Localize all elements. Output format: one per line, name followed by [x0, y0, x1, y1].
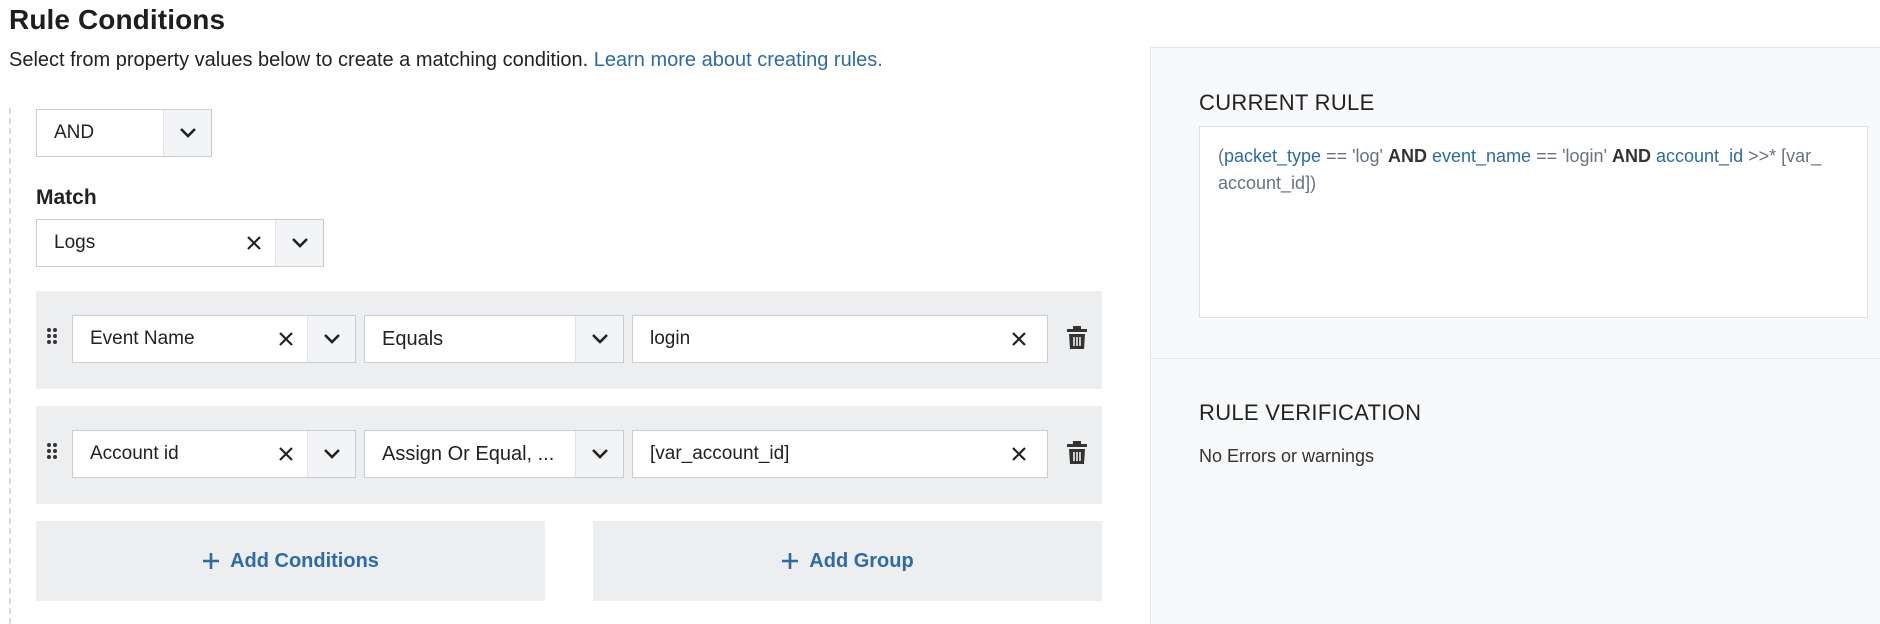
rule-field-account-id: account_id [1651, 146, 1744, 166]
rule-and-operator: AND [1612, 146, 1652, 166]
add-group-button[interactable]: Add Group [593, 521, 1102, 601]
subtitle-text: Select from property values below to cre… [9, 49, 589, 71]
trash-icon[interactable] [1066, 326, 1090, 352]
chevron-down-icon[interactable] [163, 110, 211, 156]
drag-handle-icon[interactable] [46, 327, 58, 350]
panel-divider [1151, 358, 1880, 359]
add-group-label: Add Group [809, 549, 914, 572]
condition-field-value: Account id [90, 443, 179, 464]
rule-comparison: >>* [var_ [1743, 146, 1822, 166]
add-conditions-button[interactable]: Add Conditions [36, 521, 545, 601]
clear-icon[interactable] [265, 316, 307, 362]
rule-and-operator: AND [1388, 146, 1427, 166]
group-guide-line [9, 108, 11, 624]
clear-icon[interactable] [233, 220, 275, 266]
condition-row: Account id Assign Or Equal, ... [var_acc… [36, 406, 1102, 504]
condition-operator-value: Assign Or Equal, ... [382, 442, 555, 465]
learn-more-link[interactable]: Learn more about creating rules. [594, 49, 883, 71]
condition-operator-select[interactable]: Equals [364, 315, 624, 363]
match-label: Match [36, 186, 97, 209]
condition-field-select[interactable]: Account id [72, 430, 356, 478]
rule-verification-message: No Errors or warnings [1199, 446, 1375, 466]
trash-icon[interactable] [1066, 441, 1090, 467]
chevron-down-icon[interactable] [575, 316, 623, 362]
match-select[interactable]: Logs [36, 219, 324, 267]
condition-value-text[interactable]: [var_account_id] [633, 431, 991, 477]
current-rule-heading: CURRENT RULE [1199, 90, 1375, 115]
plus-icon [781, 552, 799, 570]
clear-icon[interactable] [265, 431, 307, 477]
rule-field-event-name: event_name [1427, 146, 1532, 166]
drag-handle-icon[interactable] [46, 442, 58, 465]
clear-icon[interactable] [991, 431, 1047, 477]
current-rule-expression: (packet_type == 'log' AND event_name == … [1199, 126, 1868, 318]
chevron-down-icon[interactable] [275, 220, 323, 266]
logic-operator-value: AND [54, 122, 95, 143]
rule-summary-panel: CURRENT RULE (packet_type == 'log' AND e… [1150, 47, 1880, 624]
condition-value-input[interactable]: [var_account_id] [632, 430, 1048, 478]
match-value: Logs [54, 232, 96, 253]
condition-field-select[interactable]: Event Name [72, 315, 356, 363]
chevron-down-icon[interactable] [575, 431, 623, 477]
page-title: Rule Conditions [9, 4, 226, 35]
condition-operator-value: Equals [382, 327, 444, 350]
plus-icon [202, 552, 220, 570]
condition-operator-select[interactable]: Assign Or Equal, ... [364, 430, 624, 478]
condition-field-value: Event Name [90, 328, 195, 349]
condition-value-text[interactable]: login [633, 316, 991, 362]
condition-value-input[interactable]: login [632, 315, 1048, 363]
logic-operator-select[interactable]: AND [36, 109, 212, 157]
rule-comparison: == 'login' [1531, 146, 1613, 166]
chevron-down-icon[interactable] [307, 316, 355, 362]
rule-verification-heading: RULE VERIFICATION [1199, 400, 1422, 425]
rule-field-packet-type: packet_type [1224, 146, 1322, 166]
clear-icon[interactable] [991, 316, 1047, 362]
add-conditions-label: Add Conditions [230, 549, 379, 572]
page-subtitle: Select from property values below to cre… [9, 49, 883, 72]
chevron-down-icon[interactable] [307, 431, 355, 477]
condition-row: Event Name Equals login [36, 291, 1102, 389]
rule-variable-tail: account_id]) [1218, 173, 1317, 193]
rule-comparison: == 'log' [1321, 146, 1388, 166]
